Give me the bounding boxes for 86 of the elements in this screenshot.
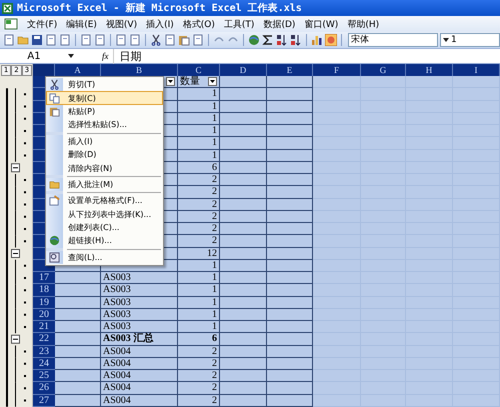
- row-header[interactable]: 21: [33, 321, 55, 334]
- table-cell: 1: [178, 150, 220, 162]
- table-cell: 2: [178, 346, 220, 358]
- menu-item[interactable]: 复制(C): [46, 91, 163, 105]
- function-button[interactable]: fx: [98, 51, 112, 61]
- table-cell: AS003 汇总: [101, 333, 178, 346]
- name-box[interactable]: A1: [0, 50, 68, 62]
- table-cell: 1: [178, 296, 220, 309]
- menu-item[interactable]: 编辑(E): [66, 18, 97, 30]
- row-header[interactable]: 18: [33, 284, 55, 296]
- menu-item[interactable]: 创建列表(C)...: [46, 220, 163, 234]
- table-cell: AS003: [101, 284, 178, 296]
- row-header[interactable]: 20: [33, 308, 55, 321]
- table-cell: 1: [178, 88, 220, 100]
- font-size-value: 1: [451, 35, 457, 45]
- row-header[interactable]: 24: [33, 358, 55, 370]
- table-cell: 12: [178, 248, 220, 260]
- column-header[interactable]: I: [453, 64, 500, 76]
- row-header[interactable]: 22: [33, 333, 55, 346]
- table-cell: 2: [178, 186, 220, 198]
- font-field[interactable]: 宋体: [348, 33, 438, 47]
- menu-item[interactable]: 帮助(H): [347, 18, 380, 30]
- column-label: 数量: [180, 76, 200, 88]
- menu-item[interactable]: 清除内容(N): [46, 161, 163, 175]
- table-cell: AS004: [101, 370, 178, 382]
- column-header[interactable]: B: [101, 64, 178, 76]
- table-cell: AS004: [101, 394, 178, 407]
- table-cell: 2: [178, 235, 220, 248]
- column-header[interactable]: C: [178, 64, 220, 76]
- table-cell: 2: [178, 174, 220, 186]
- table-cell: 6: [178, 333, 220, 346]
- row-header[interactable]: 27: [33, 394, 55, 407]
- menu-item[interactable]: 视图(V): [106, 18, 138, 30]
- table-cell: AS004: [101, 382, 178, 394]
- row-header[interactable]: 19: [33, 296, 55, 309]
- table-cell: AS003: [101, 272, 178, 284]
- table-cell: 2: [178, 382, 220, 394]
- menu-item[interactable]: 剪切(T): [46, 78, 163, 92]
- menu-item[interactable]: 选择性粘贴(S)...: [46, 118, 163, 132]
- table-cell: 1: [178, 308, 220, 321]
- font-size-field[interactable]: 1: [440, 33, 500, 47]
- menu-item[interactable]: 插入(I): [146, 18, 174, 30]
- table-cell: 1: [178, 137, 220, 150]
- column-header[interactable]: H: [406, 64, 453, 76]
- column-header[interactable]: F: [313, 64, 361, 76]
- menu-item[interactable]: 格式(O): [182, 18, 215, 30]
- table-cell: 2: [178, 358, 220, 370]
- table-cell: 2: [178, 223, 220, 236]
- table-cell: 1: [178, 100, 220, 113]
- table-cell: AS004: [101, 346, 178, 358]
- menu-item[interactable]: 粘贴(P): [46, 104, 163, 118]
- table-cell: 1: [178, 112, 220, 125]
- column-header[interactable]: E: [267, 64, 313, 76]
- menu-item[interactable]: 窗口(W): [304, 18, 338, 30]
- row-header[interactable]: 23: [33, 346, 55, 358]
- table-cell: 6: [178, 162, 220, 174]
- row-header[interactable]: 25: [33, 370, 55, 382]
- table-cell: 2: [178, 370, 220, 382]
- menu-item[interactable]: 设置单元格格式(F)...: [46, 194, 163, 208]
- row-header[interactable]: 26: [33, 382, 55, 394]
- table-cell: 1: [178, 321, 220, 334]
- table-cell: AS003: [101, 308, 178, 321]
- table-cell: AS003: [101, 321, 178, 334]
- menu-item[interactable]: 插入批注(M): [46, 178, 163, 192]
- table-cell: 1: [178, 125, 220, 138]
- column-header[interactable]: A: [55, 64, 101, 76]
- menu-item[interactable]: 数据(D): [263, 18, 296, 30]
- table-cell: 1: [178, 284, 220, 296]
- table-cell: 1: [178, 272, 220, 284]
- row-header[interactable]: 17: [33, 272, 55, 284]
- table-cell: 2: [178, 210, 220, 223]
- window-title: Microsoft Excel - 新建 Microsoft Excel 工作表.xls: [17, 1, 302, 15]
- menu-item[interactable]: 工具(T): [224, 18, 254, 30]
- menu-item[interactable]: 超链接(H)...: [46, 234, 163, 248]
- column-header[interactable]: G: [361, 64, 406, 76]
- menu-item[interactable]: 插入(I): [46, 134, 163, 148]
- menu-item[interactable]: 删除(D): [46, 148, 163, 162]
- column-header[interactable]: D: [220, 64, 267, 76]
- table-cell: AS004: [101, 358, 178, 370]
- menu-item[interactable]: 文件(F): [27, 18, 58, 30]
- table-cell: 1: [178, 260, 220, 272]
- table-cell: 2: [178, 394, 220, 407]
- table-cell: AS003: [101, 296, 178, 309]
- table-cell: 2: [178, 198, 220, 211]
- menu-item[interactable]: 查阅(L)...: [46, 250, 163, 264]
- menu-item[interactable]: 从下拉列表中选择(K)...: [46, 208, 163, 221]
